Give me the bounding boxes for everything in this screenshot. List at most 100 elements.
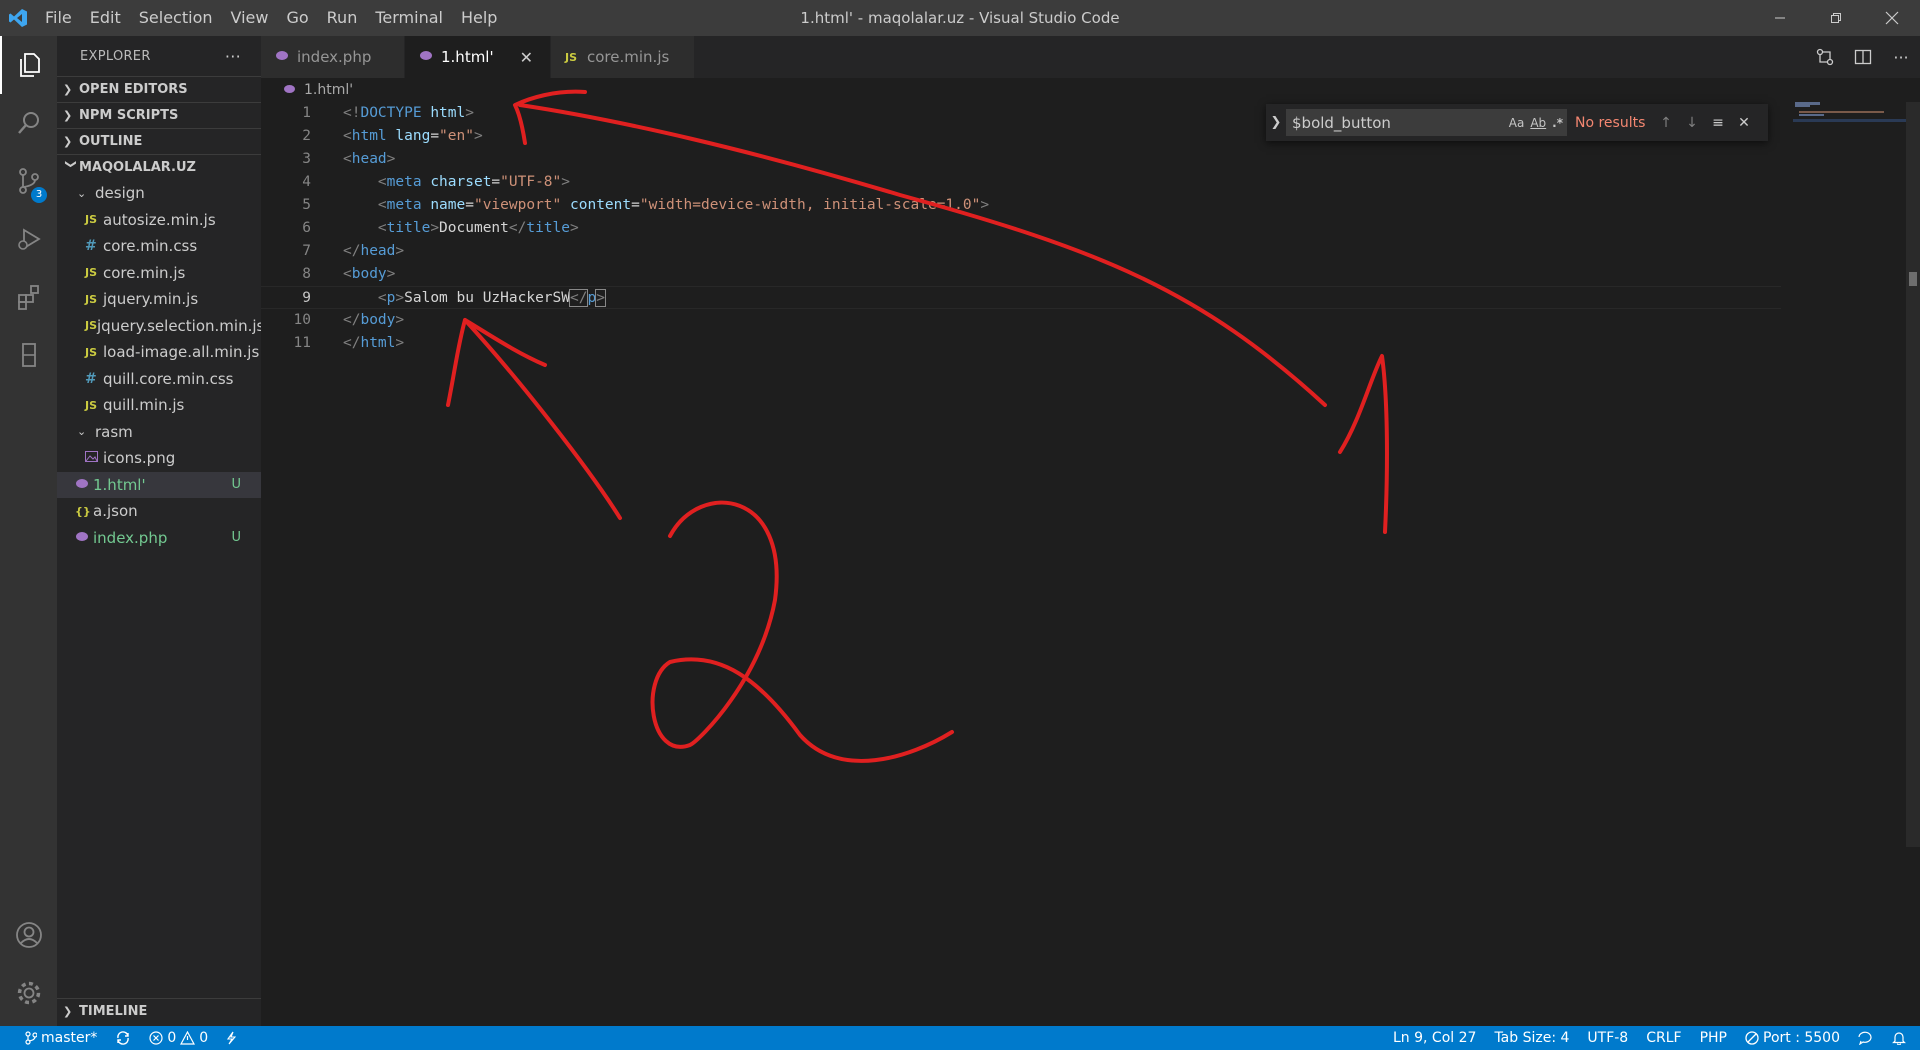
accounts-icon[interactable] <box>0 906 57 964</box>
file-jquery-selection[interactable]: JS jquery.selection.min.js <box>57 313 264 340</box>
branch-icon <box>25 1031 37 1045</box>
token: html <box>430 105 466 121</box>
notifications-bell-icon[interactable] <box>1883 1031 1920 1045</box>
minimap[interactable] <box>1793 102 1906 1026</box>
file-a-json[interactable]: {} a.json <box>57 498 261 525</box>
token: html <box>351 128 387 144</box>
end-of-line[interactable]: CRLF <box>1637 1030 1690 1046</box>
line-number: 3 <box>302 151 311 167</box>
folder-design[interactable]: ⌄ design <box>57 180 261 207</box>
menu-run[interactable]: Run <box>318 0 367 36</box>
feedback-icon[interactable] <box>1849 1031 1883 1045</box>
close-find-icon[interactable]: ✕ <box>1731 115 1757 131</box>
language-mode[interactable]: PHP <box>1691 1030 1736 1046</box>
toggle-replace-icon[interactable]: ❯ <box>1266 104 1286 141</box>
live-share-icon[interactable] <box>217 1031 245 1045</box>
menu-help[interactable]: Help <box>452 0 506 36</box>
menu-selection[interactable]: Selection <box>130 0 222 36</box>
find-input[interactable]: $bold_button Aa Ab .* <box>1286 109 1567 136</box>
file-load-image[interactable]: JS load-image.all.min.js <box>57 339 261 366</box>
open-editors-section[interactable]: ❯ OPEN EDITORS <box>57 76 261 102</box>
open-changes-icon[interactable] <box>1806 48 1844 66</box>
warning-count: 0 <box>199 1030 209 1046</box>
token: > <box>386 266 396 282</box>
token: > <box>473 128 483 144</box>
menu-go[interactable]: Go <box>277 0 317 36</box>
extensions-icon[interactable] <box>0 268 57 326</box>
tab-index-php[interactable]: index.php <box>261 36 405 78</box>
timeline-label: TIMELINE <box>79 1004 148 1019</box>
js-file-icon: JS <box>85 266 98 280</box>
explorer-icon[interactable] <box>0 36 57 94</box>
remote-explorer-icon[interactable] <box>0 326 57 384</box>
file-1-html[interactable]: 1.html' U <box>57 471 261 498</box>
source-control-icon[interactable]: 3 <box>0 152 57 210</box>
indentation[interactable]: Tab Size: 4 <box>1485 1030 1578 1046</box>
token: > <box>395 312 405 328</box>
file-icons-png[interactable]: icons.png <box>57 445 261 472</box>
outline-section[interactable]: ❯ OUTLINE <box>57 128 261 154</box>
folder-rasm[interactable]: ⌄ rasm <box>57 419 261 446</box>
php-file-icon <box>283 82 296 98</box>
breadcrumb: 1.html' <box>261 78 1920 102</box>
problems-indicator[interactable]: 0 0 <box>140 1030 217 1046</box>
sync-icon[interactable] <box>106 1031 140 1045</box>
cursor-position[interactable]: Ln 9, Col 27 <box>1384 1030 1485 1046</box>
menu-terminal[interactable]: Terminal <box>366 0 452 36</box>
run-debug-icon[interactable] <box>0 210 57 268</box>
npm-scripts-section[interactable]: ❯ NPM SCRIPTS <box>57 102 261 128</box>
live-server[interactable]: Port : 5500 <box>1736 1030 1849 1046</box>
search-icon[interactable] <box>0 94 57 152</box>
token: "UTF-8" <box>500 174 562 190</box>
file-jquery[interactable]: JS jquery.min.js <box>57 286 261 313</box>
menu-file[interactable]: File <box>36 0 81 36</box>
regex-icon[interactable]: .* <box>1552 116 1563 130</box>
git-untracked-badge: U <box>231 530 241 546</box>
breadcrumb-file[interactable]: 1.html' <box>304 82 353 98</box>
close-tab-icon[interactable]: ✕ <box>520 48 533 67</box>
file-core-js[interactable]: JS core.min.js <box>57 260 261 287</box>
file-label: load-image.all.min.js <box>103 343 260 362</box>
token: head <box>351 151 387 167</box>
more-actions-icon[interactable]: ··· <box>1882 48 1920 67</box>
restore-button[interactable] <box>1808 0 1864 36</box>
code-line-current: 9 <p>Salom bu UzHackerSW</p> <box>261 286 1781 309</box>
menu-view[interactable]: View <box>222 0 278 36</box>
previous-match-icon[interactable]: ↑ <box>1653 115 1679 131</box>
line-number: 7 <box>302 243 311 259</box>
find-in-selection-icon[interactable]: ≡ <box>1705 115 1731 131</box>
minimize-button[interactable] <box>1752 0 1808 36</box>
file-autosize[interactable]: JS autosize.min.js <box>57 207 261 234</box>
split-editor-icon[interactable] <box>1844 48 1882 66</box>
file-quill-js[interactable]: JS quill.min.js <box>57 392 261 419</box>
token: > <box>430 220 440 236</box>
manage-gear-icon[interactable] <box>0 964 57 1022</box>
code-line: 11 </html> <box>261 332 1781 355</box>
file-core-css[interactable]: # core.min.css <box>57 233 261 260</box>
match-case-icon[interactable]: Aa <box>1509 116 1525 130</box>
code-editor[interactable]: 1 <!DOCTYPE html> 2 <html lang="en"> 3 <hea… <box>261 102 1920 1026</box>
token: </ <box>508 220 527 236</box>
file-quill-css[interactable]: # quill.core.min.css <box>57 366 261 393</box>
open-editors-label: OPEN EDITORS <box>79 82 188 97</box>
tab-label: index.php <box>297 48 372 66</box>
more-actions-icon[interactable]: ··· <box>225 47 241 66</box>
tab-1-html[interactable]: 1.html' ✕ <box>405 36 551 78</box>
css-file-icon: # <box>85 370 97 387</box>
git-branch[interactable]: master* <box>16 1030 106 1046</box>
next-match-icon[interactable]: ↓ <box>1679 115 1705 131</box>
js-file-icon: JS <box>85 319 98 333</box>
close-window-button[interactable] <box>1864 0 1920 36</box>
project-section[interactable]: ❯ MAQOLALAR.UZ <box>57 154 261 180</box>
token: body <box>360 312 396 328</box>
file-index-php[interactable]: index.php U <box>57 525 261 552</box>
chevron-down-icon: ⌄ <box>77 425 87 439</box>
whole-word-icon[interactable]: Ab <box>1530 116 1546 130</box>
vertical-scrollbar[interactable] <box>1906 102 1920 847</box>
code-text: </html> <box>343 332 404 355</box>
git-untracked-badge: U <box>231 477 241 493</box>
tab-core-min-js[interactable]: JS core.min.js <box>551 36 695 78</box>
timeline-section[interactable]: ❯ TIMELINE <box>57 998 261 1024</box>
menu-edit[interactable]: Edit <box>81 0 130 36</box>
encoding[interactable]: UTF-8 <box>1578 1030 1637 1046</box>
